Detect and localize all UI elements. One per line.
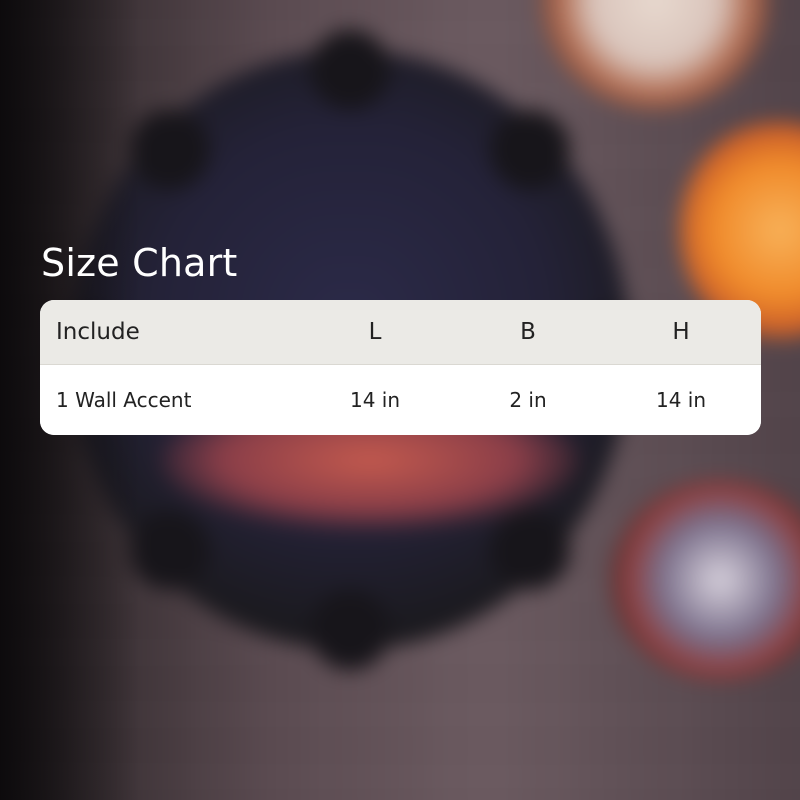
table-row: 1 Wall Accent 14 in 2 in 14 in [40,365,761,435]
header-include: Include [56,319,140,345]
size-chart-title: Size Chart [41,241,238,285]
table-header-row: Include L B H [40,300,761,365]
cell-include: 1 Wall Accent [56,388,192,412]
size-chart-table: Include L B H 1 Wall Accent 14 in 2 in 1… [40,300,761,435]
